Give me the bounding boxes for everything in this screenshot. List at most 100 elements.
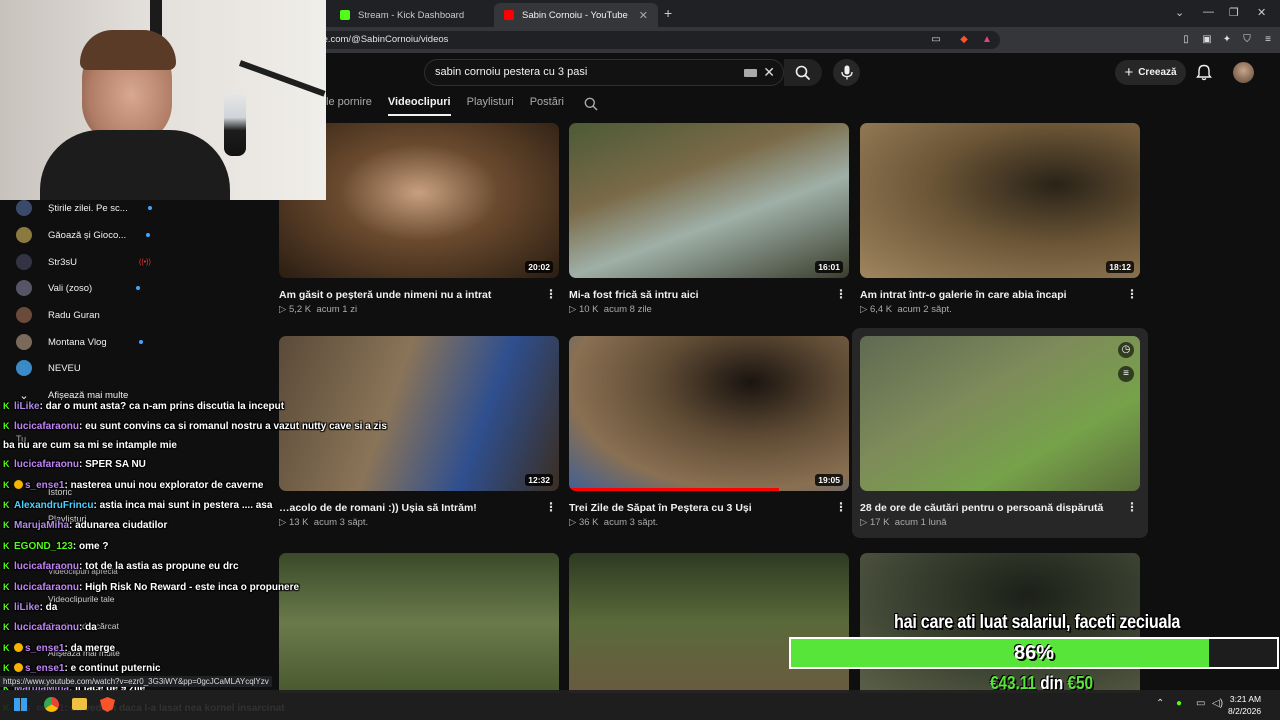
chat-username[interactable]: liLike <box>14 401 40 412</box>
video-card-hovered[interactable]: ◷ ≡ 28 de ore de căutări pentru o persoa… <box>852 328 1148 538</box>
video-card[interactable]: 16:01 Mi-a fost frică să intru aici ▷ 10… <box>569 123 851 323</box>
chat-username[interactable]: liLike <box>14 602 40 613</box>
vpn-icon[interactable]: ⛉ <box>1241 34 1253 46</box>
channel-avatar <box>16 200 32 216</box>
search-input[interactable]: sabin cornoiu pestera cu 3 pasi ✕ <box>424 59 784 86</box>
more-options-icon[interactable]: ⋮ <box>835 500 847 514</box>
video-thumbnail[interactable]: 12:32 <box>279 336 559 491</box>
keyboard-icon[interactable] <box>744 69 757 77</box>
tab-kick-dashboard[interactable]: Stream - Kick Dashboard <box>330 3 490 27</box>
clear-search-icon[interactable]: ✕ <box>763 60 775 85</box>
video-thumbnail[interactable] <box>569 553 849 693</box>
menu-icon[interactable]: ≡ <box>1262 34 1274 46</box>
video-views: 6,4 K <box>869 304 893 315</box>
kick-badge-icon: K <box>3 602 10 612</box>
chat-username[interactable]: lucicafaraonu <box>14 421 79 432</box>
video-title[interactable]: Am găsit o peșteră unde nimeni nu a intr… <box>279 289 537 301</box>
taskbar-clock[interactable]: 3:21 AM 8/2/2026 <box>1228 693 1261 717</box>
video-title[interactable]: Am intrat într-o galerie în care abia în… <box>860 289 1118 301</box>
mic-tray-icon[interactable]: ● <box>1176 698 1182 709</box>
chat-text: : eu sunt convins ca si romanul nostru a… <box>79 421 387 432</box>
video-card[interactable]: 18:12 Am intrat într-o galerie în care a… <box>860 123 1142 323</box>
restore-icon[interactable]: ❐ <box>1229 6 1239 19</box>
create-button[interactable]: + Creează <box>1115 60 1186 85</box>
sidebar-item-subscription[interactable]: Știrile zilei. Pe sc... <box>16 198 152 218</box>
sidebar-item-subscription[interactable]: NEVEU <box>16 358 81 378</box>
video-title[interactable]: 28 de ore de căutări pentru o persoană d… <box>860 502 1118 514</box>
chat-username[interactable]: s_ense1 <box>25 480 64 491</box>
watch-later-icon[interactable]: ◷ <box>1118 342 1134 358</box>
sidebar-item-subscription[interactable]: Vali (zoso) <box>16 278 141 298</box>
tab-youtube[interactable]: Sabin Cornoiu - YouTube ✕ <box>494 3 658 27</box>
chat-username[interactable]: MarujaMiha <box>14 520 69 531</box>
chat-username[interactable]: s_ense1 <box>25 643 64 654</box>
tab-playlists[interactable]: Playlisturi <box>467 96 514 114</box>
network-icon[interactable]: ▭ <box>1196 698 1205 709</box>
channel-avatar <box>16 360 32 376</box>
video-thumbnail[interactable] <box>279 553 559 693</box>
windows-start-icon[interactable] <box>14 698 27 711</box>
sidebar-item-subscription[interactable]: Găoază și Gioco... <box>16 225 151 245</box>
chat-username[interactable]: lucicafaraonu <box>14 622 79 633</box>
sidebar-item-your-videos[interactable]: Videoclipurile tale <box>48 594 114 604</box>
minimize-icon[interactable]: — <box>1203 6 1214 18</box>
more-options-icon[interactable]: ⋮ <box>1126 500 1138 514</box>
chat-text: : da <box>79 622 97 633</box>
channel-search-icon[interactable] <box>584 97 598 111</box>
video-title[interactable]: Mi-a fost frică să intru aici <box>569 289 827 301</box>
more-options-icon[interactable]: ⋮ <box>545 500 557 514</box>
leo-ai-icon[interactable]: ✦ <box>1221 34 1233 46</box>
tray-chevron-icon[interactable]: ⌃ <box>1156 698 1164 709</box>
more-options-icon[interactable]: ⋮ <box>835 287 847 301</box>
sidebar-item-subscription[interactable]: Str3sU ((•)) <box>16 252 151 272</box>
video-age: acum 3 săpt. <box>313 517 369 528</box>
url-field[interactable]: ube.com/@SabinCornoiu/videos <box>300 31 1000 49</box>
chat-username[interactable]: lucicafaraonu <box>14 582 79 593</box>
video-card[interactable]: 12:32 …acolo de de romani :)) Ușia să In… <box>279 336 561 536</box>
chat-username[interactable]: s_ense1 <box>25 663 64 674</box>
brave-shield-icon[interactable]: ◆ <box>958 34 970 46</box>
rewards-icon[interactable]: ▲ <box>981 34 993 46</box>
tab-posts[interactable]: Postări <box>530 96 564 114</box>
video-thumbnail[interactable]: ◷ ≡ <box>860 336 1140 491</box>
volume-icon[interactable]: ◁) <box>1212 698 1223 709</box>
video-thumbnail[interactable]: 19:05 <box>569 336 849 491</box>
sidebar-toggle-icon[interactable]: ▯ <box>1180 34 1192 46</box>
clock-date: 8/2/2026 <box>1228 706 1262 716</box>
account-avatar[interactable] <box>1233 62 1254 83</box>
new-tab-button[interactable]: + <box>664 5 672 21</box>
more-options-icon[interactable]: ⋮ <box>545 287 557 301</box>
cast-icon[interactable]: ▭ <box>930 34 942 46</box>
channel-name: NEVEU <box>48 362 81 374</box>
video-title[interactable]: Trei Zile de Săpat în Peștera cu 3 Uși <box>569 502 827 514</box>
video-thumbnail[interactable]: 18:12 <box>860 123 1140 278</box>
close-tab-icon[interactable]: ✕ <box>639 9 648 22</box>
kick-badge-icon: K <box>3 480 10 490</box>
video-card[interactable] <box>569 553 851 693</box>
chat-username[interactable]: lucicafaraonu <box>14 459 79 470</box>
chat-username[interactable]: EGOND_123 <box>14 541 73 552</box>
video-card[interactable] <box>279 553 561 693</box>
brave-taskbar-icon[interactable] <box>100 697 115 712</box>
close-window-icon[interactable]: ✕ <box>1257 6 1266 19</box>
tab-home[interactable]: le pornire <box>326 96 372 114</box>
video-title[interactable]: …acolo de de romani :)) Ușia să Intrăm! <box>279 502 537 514</box>
notifications-bell-icon[interactable] <box>1196 64 1212 81</box>
chat-username[interactable]: lucicafaraonu <box>14 561 79 572</box>
file-explorer-icon[interactable] <box>72 698 87 710</box>
search-button[interactable] <box>784 59 822 86</box>
chat-username[interactable]: AlexandruFrincu <box>14 500 93 511</box>
wallet-icon[interactable]: ▣ <box>1201 34 1213 46</box>
tab-videos[interactable]: Videoclipuri <box>387 96 451 116</box>
video-age: acum 1 lună <box>894 517 947 528</box>
sidebar-item-subscription[interactable]: Montana Vlog <box>16 332 143 352</box>
video-thumbnail[interactable]: 16:01 <box>569 123 849 278</box>
sidebar-item-subscription[interactable]: Radu Guran <box>16 305 100 325</box>
watched-progress-bar <box>569 488 779 491</box>
chrome-taskbar-icon[interactable] <box>44 697 59 712</box>
add-to-queue-icon[interactable]: ≡ <box>1118 366 1134 382</box>
video-card[interactable]: 19:05 Trei Zile de Săpat în Peștera cu 3… <box>569 336 851 536</box>
tab-list-icon[interactable]: ⌄ <box>1175 6 1184 19</box>
more-options-icon[interactable]: ⋮ <box>1126 287 1138 301</box>
voice-search-button[interactable] <box>833 59 860 86</box>
